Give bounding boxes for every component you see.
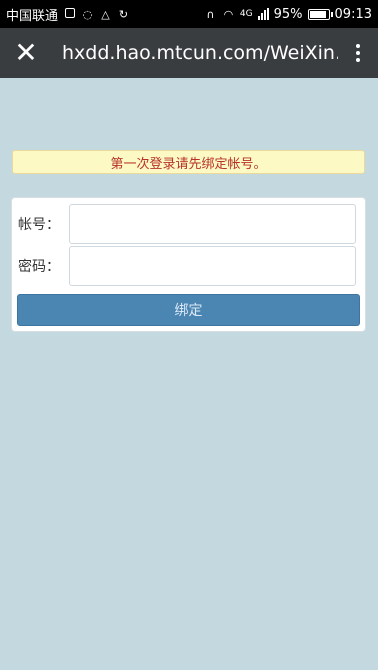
account-row: 帐号： <box>12 204 365 244</box>
status-bar: 中国联通 ◌ △ ↻ ∩ ◠ 4G 95% 09:13 <box>0 0 378 28</box>
close-button[interactable]: ✕ <box>0 28 52 78</box>
close-icon: ✕ <box>14 36 38 69</box>
carrier-name: 中国联通 <box>6 8 59 24</box>
account-input[interactable] <box>69 204 356 244</box>
network-type: 4G <box>239 8 253 19</box>
status-left: 中国联通 ◌ △ ↻ <box>6 5 130 24</box>
battery-fill <box>309 10 326 18</box>
refresh-icon: ↻ <box>118 7 129 21</box>
password-input[interactable] <box>69 246 356 286</box>
more-menu-button[interactable] <box>338 28 378 78</box>
battery-percent: 95% <box>273 6 303 22</box>
bind-account-form: 帐号： 密码： 绑定 <box>11 197 366 332</box>
notice-text: 第一次登录请先绑定帐号。 <box>110 156 267 172</box>
wifi-icon: ◠ <box>223 7 234 21</box>
more-vertical-icon <box>356 44 360 48</box>
account-label: 帐号： <box>18 217 60 233</box>
image-icon <box>63 7 76 21</box>
status-right: ∩ ◠ 4G 95% 09:13 <box>204 7 372 22</box>
clock: 09:13 <box>334 6 372 22</box>
cleaner-icon: △ <box>101 7 110 21</box>
password-row: 密码： <box>12 246 365 286</box>
signal-icon <box>257 8 269 20</box>
password-label: 密码： <box>18 259 60 275</box>
sync-icon: ◌ <box>82 7 93 21</box>
headphones-icon: ∩ <box>206 7 215 21</box>
battery-icon <box>307 8 333 20</box>
bind-button[interactable]: 绑定 <box>17 294 360 326</box>
browser-app-bar: ✕ hxdd.hao.mtcun.com/WeiXin… <box>0 28 378 78</box>
login-notice: 第一次登录请先绑定帐号。 <box>12 150 365 174</box>
page-url-title: hxdd.hao.mtcun.com/WeiXin… <box>62 42 338 64</box>
